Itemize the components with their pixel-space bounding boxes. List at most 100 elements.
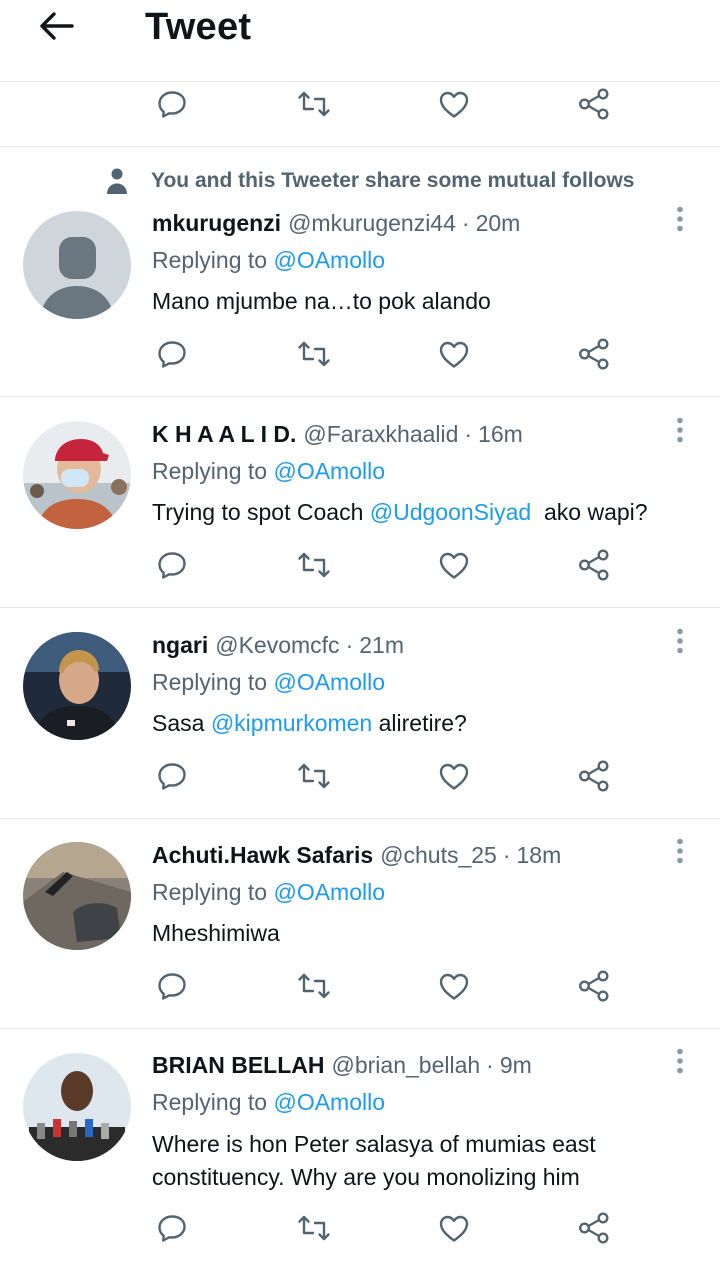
mention-link[interactable]: @OAmollo [273,879,385,905]
mutual-follows-notice: You and this Tweeter share some mutual f… [105,166,634,196]
timestamp[interactable]: 20m [476,210,521,237]
mention-link[interactable]: @OAmollo [273,669,385,695]
mention-link[interactable]: @OAmollo [273,247,385,273]
retweet-icon [297,89,331,124]
mention-link[interactable]: @UdgoonSiyad [370,499,531,525]
avatar[interactable] [23,421,131,529]
top-app-bar: Tweet [0,0,720,82]
tweet-text-segment: aliretire? [372,710,467,736]
more-options-button[interactable] [664,625,696,661]
tweet-header: K H A A L I D. @Faraxkhaalid · 16m [152,421,523,451]
more-options-button[interactable] [664,414,696,450]
retweet-button[interactable] [292,84,336,128]
like-icon [438,1213,470,1248]
page-title: Tweet [145,6,252,48]
share-button[interactable] [572,545,616,589]
reply-button[interactable] [150,84,194,128]
retweet-button[interactable] [292,966,336,1010]
divider [0,818,720,819]
more-vertical-icon [676,417,684,448]
reply-button[interactable] [150,1208,194,1252]
person-icon [105,166,129,196]
username[interactable]: @mkurugenzi44 [288,210,456,237]
arrow-left-icon [38,11,74,46]
timestamp[interactable]: 21m [359,632,404,659]
like-button[interactable] [432,1208,476,1252]
reply-button[interactable] [150,756,194,800]
mention-link[interactable]: @kipmurkomen [211,710,372,736]
replying-to-label: Replying to [152,247,268,273]
reply-button[interactable] [150,545,194,589]
retweet-button[interactable] [292,756,336,800]
retweet-button[interactable] [292,1208,336,1252]
display-name[interactable]: ngari [152,632,208,659]
share-button[interactable] [572,756,616,800]
tweet-action-bar [0,966,720,1018]
like-button[interactable] [432,334,476,378]
share-button[interactable] [572,84,616,128]
retweet-button[interactable] [292,334,336,378]
like-icon [438,971,470,1006]
username[interactable]: @brian_bellah [332,1052,481,1079]
tweet-text-segment: Mheshimiwa [152,920,280,946]
reply-icon [156,549,188,586]
like-button[interactable] [432,84,476,128]
timestamp[interactable]: 18m [517,842,562,869]
separator: · [486,1052,494,1078]
display-name[interactable]: K H A A L I D. [152,421,296,448]
share-icon [577,969,611,1008]
like-button[interactable] [432,966,476,1010]
more-vertical-icon [676,1048,684,1079]
divider [0,146,720,147]
replying-to: Replying to @OAmollo [152,669,385,696]
like-button[interactable] [432,545,476,589]
display-name[interactable]: BRIAN BELLAH [152,1052,325,1079]
divider [0,1028,720,1029]
avatar[interactable] [23,632,131,740]
timestamp[interactable]: 16m [478,421,523,448]
replying-to-label: Replying to [152,879,268,905]
tweet-action-bar [0,756,720,808]
more-options-button[interactable] [664,1045,696,1081]
replying-to: Replying to @OAmollo [152,1089,385,1116]
avatar[interactable] [23,211,131,319]
display-name[interactable]: Achuti.Hawk Safaris [152,842,373,869]
mention-link[interactable]: @OAmollo [273,458,385,484]
tweet-text: Where is hon Peter salasya of mumias eas… [152,1128,697,1194]
share-button[interactable] [572,966,616,1010]
reply-button[interactable] [150,966,194,1010]
retweet-icon [297,550,331,585]
username[interactable]: @Kevomcfc [215,632,339,659]
like-button[interactable] [432,756,476,800]
username[interactable]: @Faraxkhaalid [303,421,458,448]
tweet-header: ngari @Kevomcfc · 21m [152,632,404,662]
tweet-header: mkurugenzi @mkurugenzi44 · 20m [152,210,520,240]
divider [0,396,720,397]
tweet-text-segment: Sasa [152,710,211,736]
more-options-button[interactable] [664,203,696,239]
display-name[interactable]: mkurugenzi [152,210,281,237]
replying-to: Replying to @OAmollo [152,879,385,906]
more-options-button[interactable] [664,835,696,871]
share-button[interactable] [572,1208,616,1252]
replying-to: Replying to @OAmollo [152,247,385,274]
timestamp[interactable]: 9m [500,1052,532,1079]
retweet-button[interactable] [292,545,336,589]
tweet-action-bar [0,1208,720,1260]
share-icon [577,759,611,798]
retweet-icon [297,339,331,374]
avatar[interactable] [23,1053,131,1161]
tweet-action-bar [0,334,720,386]
back-button[interactable] [34,10,78,46]
username[interactable]: @chuts_25 [380,842,497,869]
tweet-text: Mheshimiwa [152,917,697,950]
share-icon [577,1211,611,1250]
reply-button[interactable] [150,334,194,378]
share-button[interactable] [572,334,616,378]
replying-to-label: Replying to [152,1089,268,1115]
mention-link[interactable]: @OAmollo [273,1089,385,1115]
more-vertical-icon [676,838,684,869]
avatar[interactable] [23,842,131,950]
retweet-icon [297,761,331,796]
tweet-text-segment: Mano mjumbe na…to pok alando [152,288,491,314]
